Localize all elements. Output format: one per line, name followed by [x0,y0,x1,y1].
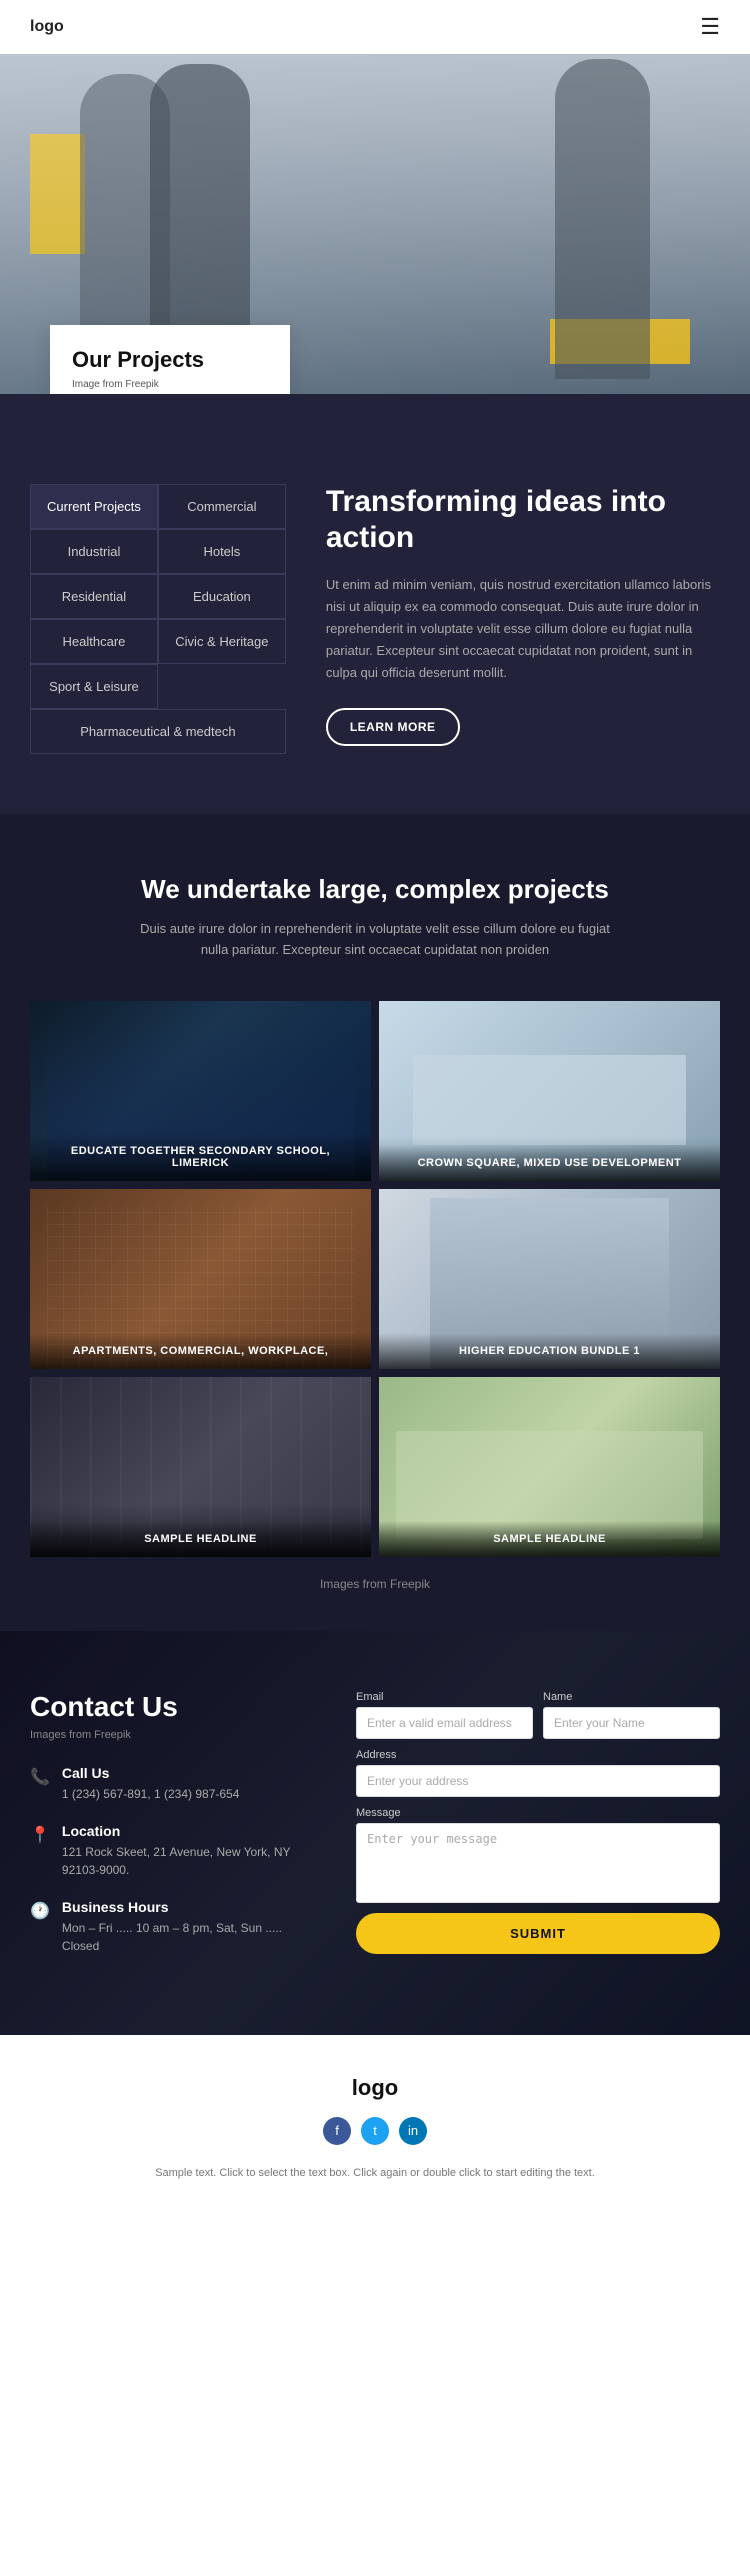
freepik-attribution: Image from Freepik [72,379,262,390]
complex-section-subtitle: Duis aute irure dolor in reprehenderit i… [125,919,625,961]
nav-education[interactable]: Education [158,574,286,619]
phone-icon: 📞 [30,1767,50,1787]
name-field[interactable] [543,1707,720,1739]
project-label-0: EDUCATE TOGETHER SECONDARY SCHOOL, LIMER… [44,1145,357,1169]
nav-hotels[interactable]: Hotels [158,529,286,574]
facebook-icon[interactable]: f [323,2117,351,2145]
location-address: 121 Rock Skeet, 21 Avenue, New York, NY … [62,1843,316,1879]
images-attribution: Images from Freepik [30,1577,720,1591]
logo: logo [30,18,64,36]
hamburger-menu[interactable]: ☰ [700,14,720,40]
clock-icon: 🕐 [30,1901,50,1921]
hours-label: Business Hours [62,1899,316,1915]
location-details: Location 121 Rock Skeet, 21 Avenue, New … [62,1823,316,1879]
nav-pharmaceutical[interactable]: Pharmaceutical & medtech [30,709,286,754]
address-field[interactable] [356,1765,720,1797]
nav-healthcare[interactable]: Healthcare [30,619,158,664]
hero-card-title: Our Projects [72,347,262,373]
email-label: Email [356,1691,533,1703]
header: logo ☰ [0,0,750,54]
email-field[interactable] [356,1707,533,1739]
footer-text: Sample text. Click to select the text bo… [125,2165,625,2183]
contact-title: Contact Us [30,1691,316,1723]
email-group: Email [356,1691,533,1739]
projects-section: Current Projects Commercial Industrial H… [0,394,750,814]
projects-learn-more-button[interactable]: LEARN MORE [326,708,460,746]
project-label-5: SAMPLE HEADLINE [393,1533,706,1545]
nav-current-projects[interactable]: Current Projects [30,484,158,529]
hero-card: Our Projects Image from Freepik LEARN MO… [50,325,290,394]
project-card-5[interactable]: SAMPLE HEADLINE [379,1377,720,1557]
contact-hours: 🕐 Business Hours Mon – Fri ..... 10 am –… [30,1899,316,1955]
projects-navigation: Current Projects Commercial Industrial H… [30,484,286,754]
nav-sport-leisure[interactable]: Sport & Leisure [30,664,158,709]
contact-section: Contact Us Images from Freepik 📞 Call Us… [0,1631,750,2035]
location-label: Location [62,1823,316,1839]
submit-button[interactable]: SUBMIT [356,1913,720,1954]
contact-inner: Contact Us Images from Freepik 📞 Call Us… [30,1691,720,1975]
project-label-3: HIGHER EDUCATION BUNDLE 1 [393,1345,706,1357]
message-group: Message [356,1807,720,1903]
nav-grid: Current Projects Commercial Industrial H… [30,484,286,754]
hours-details: Business Hours Mon – Fri ..... 10 am – 8… [62,1899,316,1955]
phone-details: Call Us 1 (234) 567-891, 1 (234) 987-654 [62,1765,239,1803]
project-label-1: CROWN SQUARE, MIXED USE DEVELOPMENT [393,1157,706,1169]
location-icon: 📍 [30,1825,50,1845]
call-us-label: Call Us [62,1765,239,1781]
linkedin-icon[interactable]: in [399,2117,427,2145]
form-row-1: Email Name [356,1691,720,1739]
nav-commercial[interactable]: Commercial [158,484,286,529]
project-card-1[interactable]: CROWN SQUARE, MIXED USE DEVELOPMENT [379,1001,720,1181]
project-label-2: APARTMENTS, COMMERCIAL, WORKPLACE, [44,1345,357,1357]
footer-logo: logo [30,2075,720,2101]
project-label-4: SAMPLE HEADLINE [44,1533,357,1545]
message-label: Message [356,1807,720,1819]
contact-phone: 📞 Call Us 1 (234) 567-891, 1 (234) 987-6… [30,1765,316,1803]
project-card-2[interactable]: APARTMENTS, COMMERCIAL, WORKPLACE, [30,1189,371,1369]
phone-numbers: 1 (234) 567-891, 1 (234) 987-654 [62,1785,239,1803]
project-card-3[interactable]: HIGHER EDUCATION BUNDLE 1 [379,1189,720,1369]
footer: logo f t in Sample text. Click to select… [0,2035,750,2203]
social-icons: f t in [30,2117,720,2145]
projects-heading: Transforming ideas into action [326,484,720,556]
nav-industrial[interactable]: Industrial [30,529,158,574]
projects-content: Transforming ideas into action Ut enim a… [326,484,720,754]
nav-civic-heritage[interactable]: Civic & Heritage [158,619,286,664]
contact-left: Contact Us Images from Freepik 📞 Call Us… [30,1691,316,1975]
address-group: Address [356,1749,720,1797]
contact-form: Email Name Address Message SUBMIT [356,1691,720,1975]
contact-freepik: Images from Freepik [30,1729,316,1741]
complex-projects-section: We undertake large, complex projects Dui… [0,814,750,1631]
project-card-4[interactable]: SAMPLE HEADLINE [30,1377,371,1557]
address-label: Address [356,1749,720,1761]
message-field[interactable] [356,1823,720,1903]
contact-location: 📍 Location 121 Rock Skeet, 21 Avenue, Ne… [30,1823,316,1879]
complex-section-title: We undertake large, complex projects [30,874,720,905]
nav-residential[interactable]: Residential [30,574,158,619]
name-label: Name [543,1691,720,1703]
name-group: Name [543,1691,720,1739]
hero-section: Our Projects Image from Freepik LEARN MO… [0,54,750,394]
projects-body-text: Ut enim ad minim veniam, quis nostrud ex… [326,574,720,684]
project-card-0[interactable]: EDUCATE TOGETHER SECONDARY SCHOOL, LIMER… [30,1001,371,1181]
projects-grid: EDUCATE TOGETHER SECONDARY SCHOOL, LIMER… [30,1001,720,1557]
hours-text: Mon – Fri ..... 10 am – 8 pm, Sat, Sun .… [62,1919,316,1955]
twitter-icon[interactable]: t [361,2117,389,2145]
